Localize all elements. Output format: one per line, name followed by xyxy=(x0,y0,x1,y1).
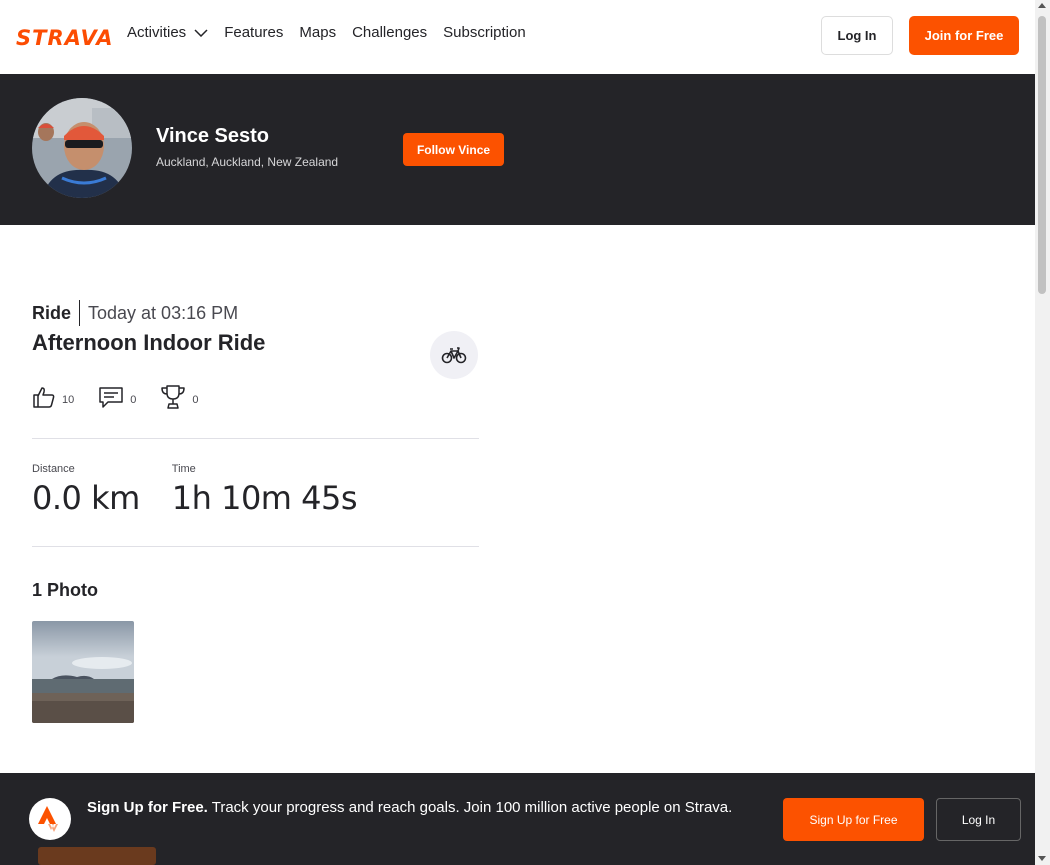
social-actions: 10 0 0 xyxy=(32,384,223,415)
signup-button[interactable]: Sign Up for Free xyxy=(783,798,924,841)
top-nav: STRAVA Activities Features Maps Challeng… xyxy=(0,0,1035,74)
scroll-up-arrow-icon[interactable] xyxy=(1038,3,1046,8)
chevron-down-icon xyxy=(194,24,208,41)
scrollbar-thumb[interactable] xyxy=(1038,16,1046,294)
scrollbar[interactable] xyxy=(1035,0,1050,865)
activity-title: Afternoon Indoor Ride xyxy=(32,330,266,355)
nav-challenges[interactable]: Challenges xyxy=(352,24,427,41)
nav-maps[interactable]: Maps xyxy=(299,24,336,41)
page: STRAVA Activities Features Maps Challeng… xyxy=(0,0,1050,865)
comment-icon xyxy=(98,385,124,414)
activity-date: Today at 03:16 PM xyxy=(88,303,239,323)
nav-activities[interactable]: Activities xyxy=(127,24,208,41)
signup-text: Track your progress and reach goals. Joi… xyxy=(207,799,733,816)
activity-photo[interactable] xyxy=(32,621,134,723)
trophy-icon xyxy=(160,384,186,415)
login-button[interactable]: Log In xyxy=(821,16,893,55)
activity-type: Ride xyxy=(32,300,81,326)
stat-distance-value: 0.0 km xyxy=(32,479,140,517)
athlete-location: Auckland, Auckland, New Zealand xyxy=(156,155,339,169)
kudos-button[interactable]: 10 xyxy=(32,385,74,414)
athlete-name[interactable]: Vince Sesto xyxy=(156,125,269,148)
divider xyxy=(32,546,479,547)
athlete-banner: Vince Sesto Auckland, Auckland, New Zeal… xyxy=(0,74,1035,225)
nav-features[interactable]: Features xyxy=(224,24,283,41)
nav-links: Activities Features Maps Challenges Subs… xyxy=(127,24,542,41)
stat-time: Time 1h 10m 45s xyxy=(171,463,358,517)
comments-button[interactable]: 0 xyxy=(98,385,136,414)
stat-time-label: Time xyxy=(171,463,196,475)
signup-login-button[interactable]: Log In xyxy=(936,798,1021,841)
signup-bold: Sign Up for Free. xyxy=(87,799,208,816)
activity-stats: Distance 0.0 km Time 1h 10m 45s xyxy=(32,463,389,517)
follow-button[interactable]: Follow Vince xyxy=(403,133,504,166)
stat-distance: Distance 0.0 km xyxy=(32,463,140,517)
join-button[interactable]: Join for Free xyxy=(909,16,1019,55)
strava-logo[interactable]: STRAVA xyxy=(16,26,114,50)
kudos-count: 10 xyxy=(62,393,75,406)
activity-header: Ride Today at 03:16 PM xyxy=(32,300,238,326)
stat-time-value: 1h 10m 45s xyxy=(171,479,358,517)
nav-activities-label: Activities xyxy=(127,24,187,41)
divider xyxy=(32,438,479,439)
comments-count: 0 xyxy=(130,393,137,406)
avatar[interactable] xyxy=(32,98,132,198)
obscured-button xyxy=(38,847,156,865)
nav-subscription[interactable]: Subscription xyxy=(443,24,526,41)
achievements-button[interactable]: 0 xyxy=(160,384,199,415)
stat-distance-label: Distance xyxy=(32,463,75,475)
signup-bar: Sign Up for Free. Track your progress an… xyxy=(0,773,1035,865)
photos-heading: 1 Photo xyxy=(32,580,98,600)
thumbs-up-icon xyxy=(32,385,56,414)
strava-logo-icon xyxy=(29,798,71,840)
signup-message: Sign Up for Free. Track your progress an… xyxy=(87,797,757,819)
bike-icon xyxy=(430,331,478,379)
achievements-count: 0 xyxy=(192,393,199,406)
scroll-down-arrow-icon[interactable] xyxy=(1038,856,1046,861)
